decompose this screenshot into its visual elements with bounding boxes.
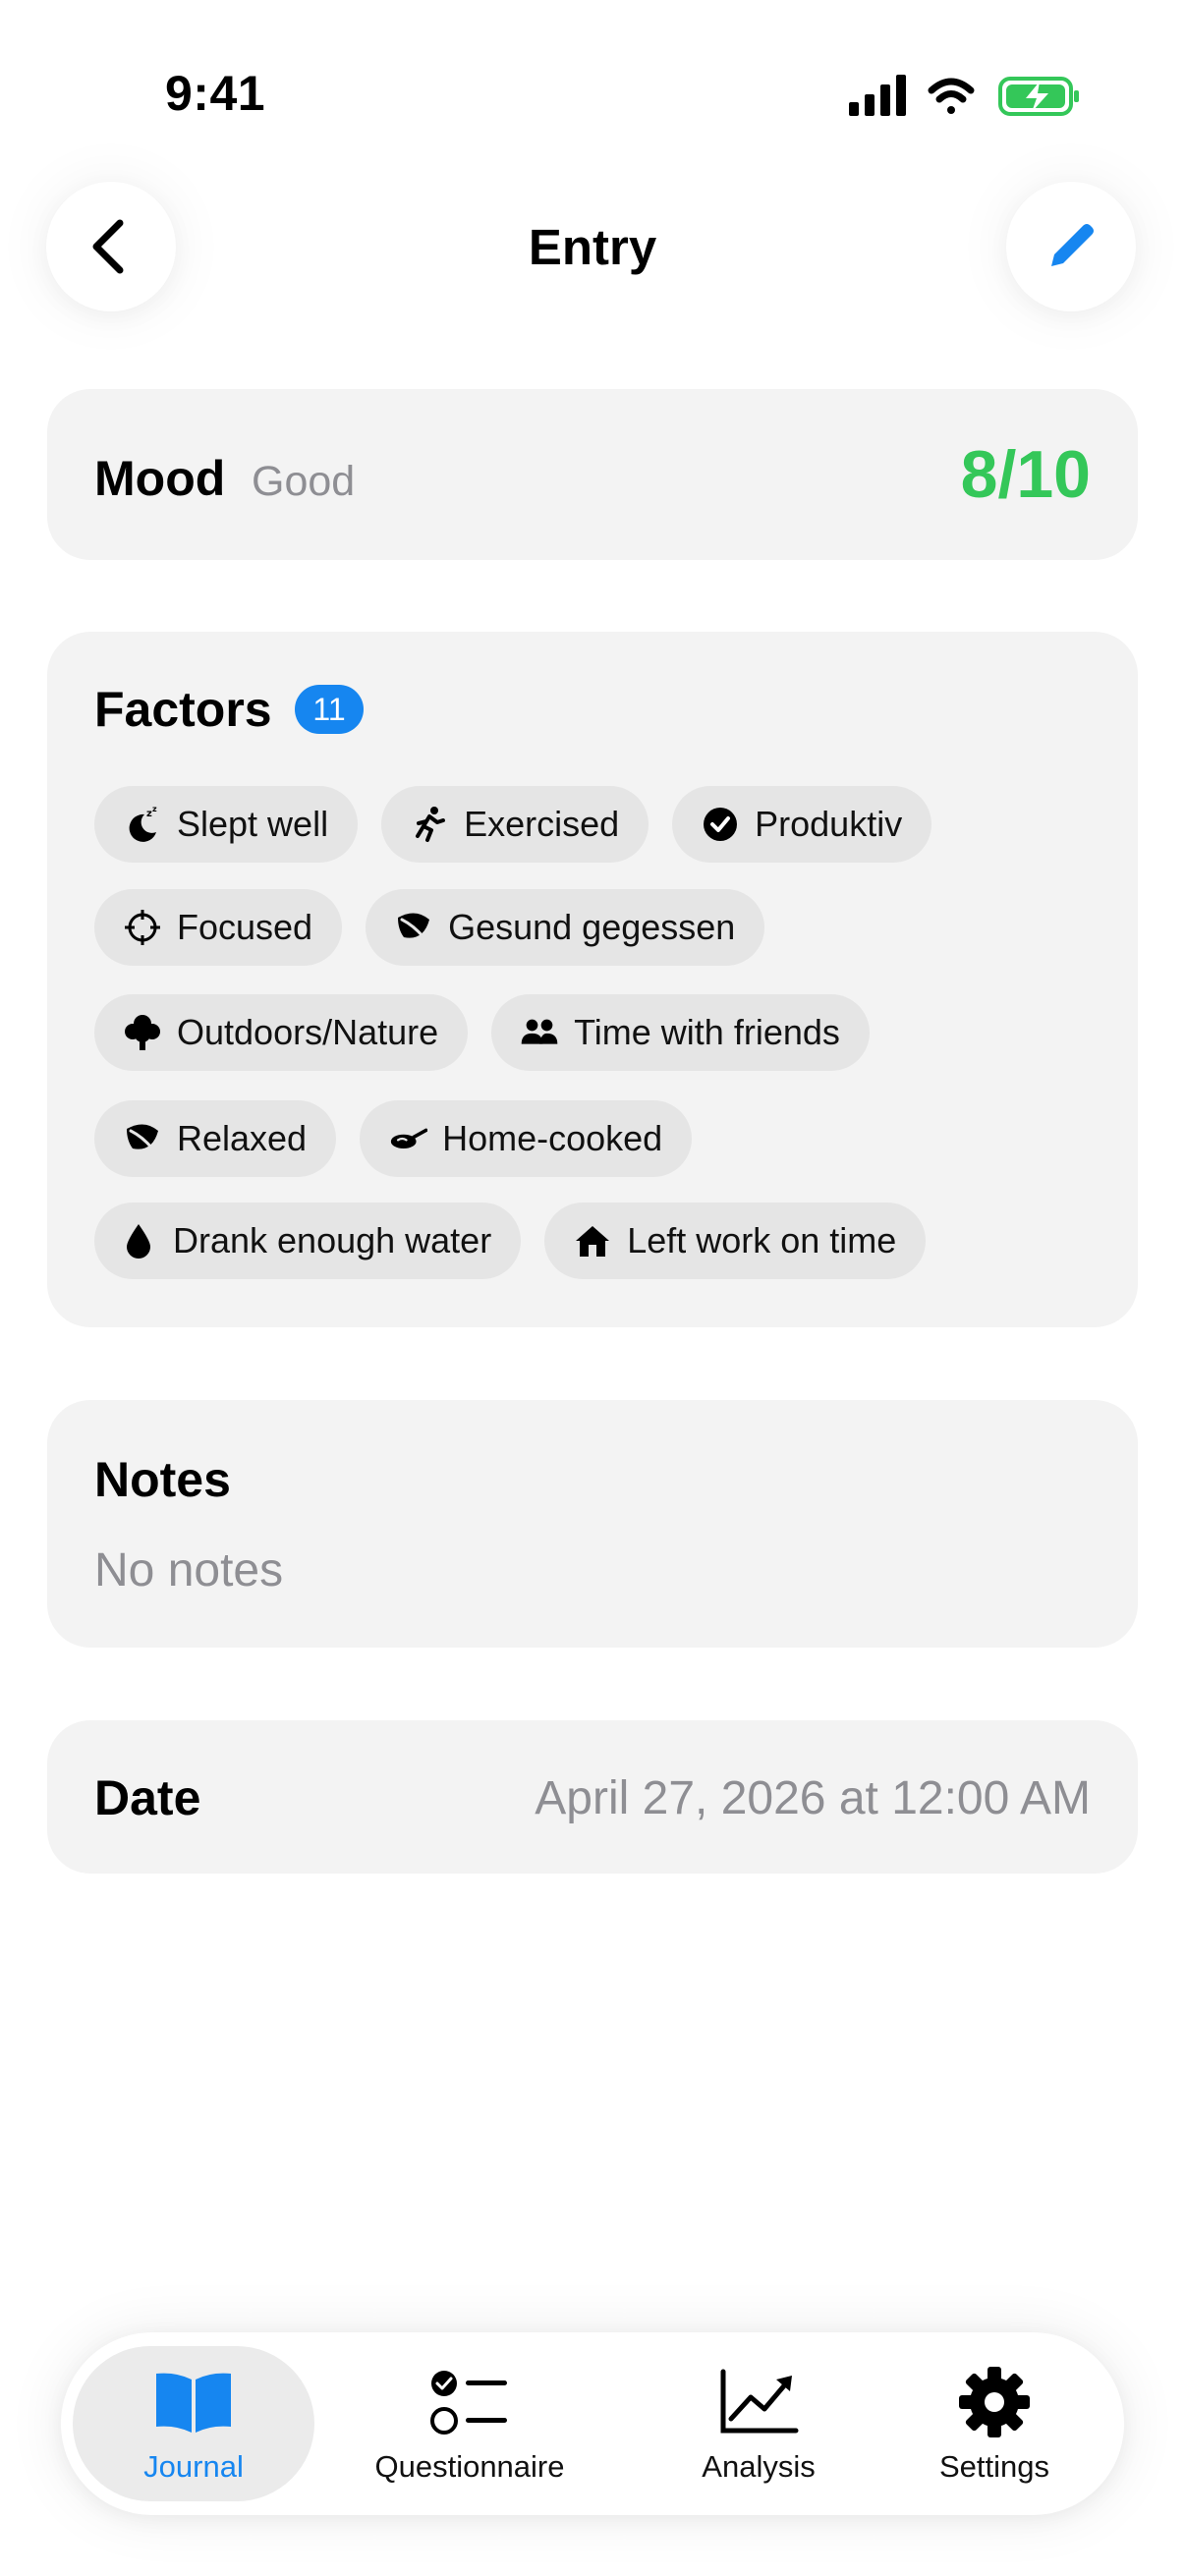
date-value: April 27, 2026 at 12:00 AM [535,1772,1091,1824]
factor-chip: Left work on time [544,1203,927,1279]
factor-chip-label: Outdoors/Nature [177,1012,439,1052]
checklist-icon [425,2363,514,2441]
factor-chip-label: Gesund gegessen [448,907,736,947]
gear-icon [950,2363,1039,2441]
mood-word: Good [252,458,356,505]
tab-label: Analysis [702,2449,816,2484]
factor-chip: Drank enough water [94,1203,522,1279]
notes-title: Notes [94,1452,231,1507]
tab-label: Settings [938,2449,1049,2484]
factor-chip-label: Exercised [464,804,620,844]
house-icon [572,1220,613,1261]
factor-chip-label: Produktiv [755,804,903,844]
factor-chip: Exercised [381,786,649,863]
factor-chip: Relaxed [94,1100,337,1177]
pencil-icon [1051,224,1094,266]
chart-line-up-icon [714,2363,803,2441]
notes-card: Notes No notes [47,1400,1138,1648]
tab-questionnaire[interactable]: Questionnaire [338,2346,601,2501]
tab-label: Journal [143,2449,244,2484]
factor-chip-label: Relaxed [177,1118,308,1158]
factor-chip-label: Focused [177,907,313,947]
cellular-signal-icon [849,75,906,116]
book-icon [149,2363,238,2441]
factor-chip: Gesund gegessen [366,889,765,966]
factor-chip-label: Slept well [177,804,329,844]
date-card: Date April 27, 2026 at 12:00 AM [47,1720,1138,1874]
factor-chip: Outdoors/Nature [94,994,469,1071]
factor-chip: Home-cooked [360,1100,693,1177]
wifi-icon [928,78,975,114]
tab-settings[interactable]: Settings [886,2346,1102,2501]
factors-title: Factors [94,682,272,737]
battery-charging-icon [998,77,1079,116]
factors-count-badge: 11 [295,685,364,734]
status-icons [847,71,1083,122]
factors-card: Factors 11 zz Slept well Exercised Produ… [47,632,1138,1327]
leaf-icon [122,1118,163,1159]
factor-chip-label: Home-cooked [442,1118,663,1158]
tab-analysis[interactable]: Analysis [650,2346,867,2501]
drop-icon [118,1220,159,1261]
scope-icon [122,907,163,948]
tab-bar: Journal Questionnaire Analysis Settings [61,2332,1124,2515]
factor-chip: Produktiv [672,786,932,863]
mood-score: 8/10 [960,437,1091,512]
status-time: 9:41 [165,66,266,121]
svg-text:z: z [152,805,157,813]
tree-icon [122,1012,163,1053]
people-icon [519,1012,560,1053]
factor-chip-label: Drank enough water [173,1220,492,1260]
factor-chip: zz Slept well [94,786,359,863]
factor-chip-label: Time with friends [574,1012,840,1052]
checkmark-circle-icon [700,804,741,845]
tab-label: Questionnaire [374,2449,565,2484]
leaf-icon [393,907,434,948]
tab-journal[interactable]: Journal [73,2346,314,2501]
moon-zzz-icon: zz [122,804,163,845]
frying-pan-icon [387,1118,428,1159]
notes-empty-text: No notes [94,1544,284,1596]
running-figure-icon [409,804,450,845]
date-label: Date [94,1770,201,1825]
factor-chip: Time with friends [491,994,870,1071]
factor-chip: Focused [94,889,343,966]
factor-chip-label: Left work on time [627,1220,897,1260]
mood-card: Mood Good 8/10 [47,389,1138,560]
mood-label: Mood [94,451,226,506]
edit-button[interactable] [1006,182,1136,311]
